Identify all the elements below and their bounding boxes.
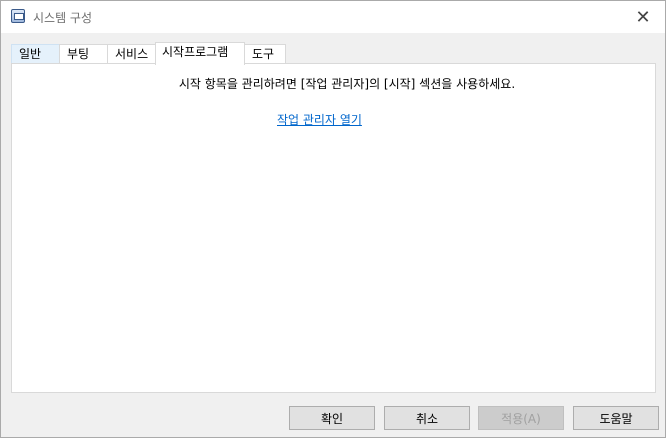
help-button[interactable]: 도움말: [573, 406, 659, 430]
startup-tab-panel: 시작 항목을 관리하려면 [작업 관리자]의 [시작] 섹션을 사용하세요. 작…: [11, 63, 656, 393]
title-bar: 시스템 구성 ✕: [1, 1, 665, 33]
ok-button[interactable]: 확인: [289, 406, 375, 430]
open-task-manager-link[interactable]: 작업 관리자 열기: [277, 111, 362, 128]
tab-general[interactable]: 일반: [11, 44, 60, 64]
close-icon[interactable]: ✕: [625, 1, 661, 33]
apply-button[interactable]: 적용(A): [478, 406, 564, 430]
tab-services[interactable]: 서비스: [107, 44, 156, 64]
startup-info-message: 시작 항목을 관리하려면 [작업 관리자]의 [시작] 섹션을 사용하세요.: [178, 77, 516, 91]
cancel-button[interactable]: 취소: [384, 406, 470, 430]
tab-tools[interactable]: 도구: [244, 44, 286, 64]
msconfig-app-icon: [11, 9, 25, 23]
system-config-window: 시스템 구성 ✕ 일반 부팅 서비스 시작프로그램 도구 시작 항목을 관리하려…: [0, 0, 666, 438]
tab-startup[interactable]: 시작프로그램: [155, 42, 245, 65]
tab-boot[interactable]: 부팅: [59, 44, 108, 64]
window-title: 시스템 구성: [33, 11, 93, 25]
